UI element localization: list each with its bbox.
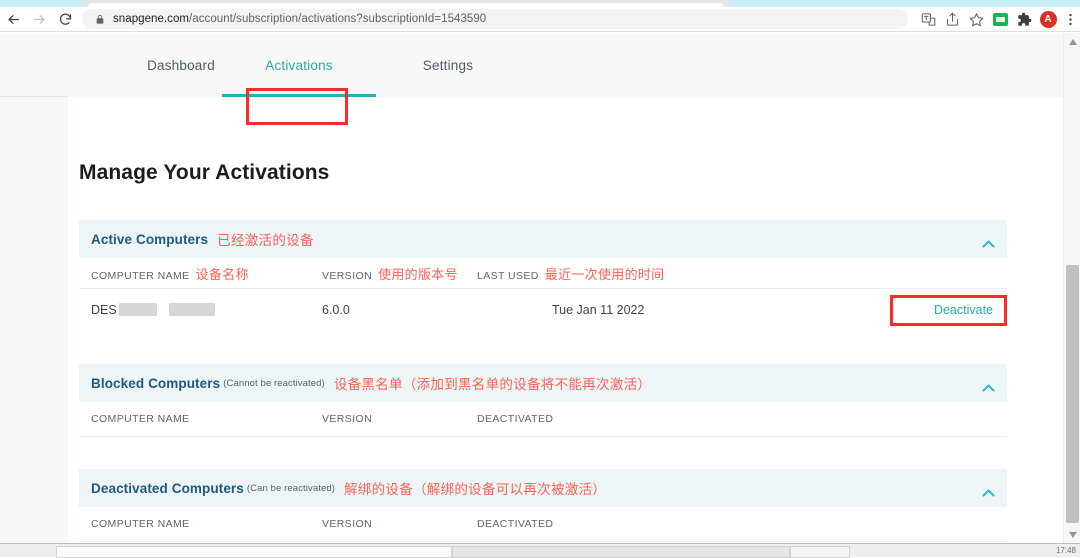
annotation-box-deactivate	[890, 295, 1007, 326]
taskbar-clock: 17:48	[1056, 546, 1076, 555]
tab-settings-label: Settings	[423, 58, 473, 73]
column-version: VERSION	[322, 518, 372, 530]
translate-icon[interactable]	[916, 7, 940, 31]
section-title-cn: 已经激活的设备	[217, 229, 314, 249]
section-title-en: Blocked Computers	[91, 376, 220, 391]
section-active-computers: Active Computers 已经激活的设备 COMPUTER NAME 设备…	[79, 220, 1007, 330]
column-computer-name-label: COMPUTER NAME	[91, 270, 190, 282]
section-title-cn: 设备黑名单（添加到黑名单的设备将不能再次激活）	[334, 373, 651, 393]
tab-settings[interactable]: Settings	[371, 33, 525, 97]
column-deactivated: DEACTIVATED	[477, 413, 553, 425]
section-header-deactivated-computers[interactable]: Deactivated Computers (Can be reactivate…	[79, 469, 1007, 507]
avatar-initial: A	[1040, 11, 1057, 28]
puzzle-piece-icon[interactable]	[1012, 7, 1036, 31]
column-computer-name: COMPUTER NAME 设备名称	[91, 264, 249, 283]
browser-tab-strip	[0, 0, 1080, 7]
cell-computer-name: DES	[91, 303, 215, 317]
section-blocked-computers: Blocked Computers (Cannot be reactivated…	[79, 364, 1007, 437]
section-title-en: Active Computers	[91, 232, 208, 247]
page-title: Manage Your Activations	[79, 161, 329, 185]
three-dot-menu-icon[interactable]	[1060, 7, 1080, 31]
green-extension-icon[interactable]	[988, 7, 1012, 31]
avatar[interactable]: A	[1036, 7, 1060, 31]
scroll-up-arrow-icon[interactable]	[1064, 33, 1080, 50]
section-header-active-computers[interactable]: Active Computers 已经激活的设备	[79, 220, 1007, 258]
table-header-deactivated: COMPUTER NAME VERSION DEACTIVATED	[79, 507, 1007, 541]
page-left-gutter	[0, 33, 68, 543]
section-title-cn: 解绑的设备（解绑的设备可以再次被激活）	[344, 478, 606, 498]
forward-arrow-icon[interactable]	[26, 7, 52, 31]
column-computer-name-cn: 设备名称	[196, 268, 249, 283]
address-bar[interactable]: snapgene.com/account/subscription/activa…	[82, 9, 908, 29]
page-content: Manage Your Activations Active Computers…	[68, 97, 1063, 543]
address-bar-url: snapgene.com/account/subscription/activa…	[113, 13, 486, 25]
taskbar-window-button[interactable]	[452, 546, 790, 558]
lock-icon	[92, 12, 107, 27]
column-version-cn: 使用的版本号	[378, 268, 458, 283]
column-version: VERSION	[322, 413, 372, 425]
chevron-up-icon[interactable]	[982, 235, 995, 243]
taskbar-window-button[interactable]	[790, 546, 850, 558]
table-header-active: COMPUTER NAME 设备名称 VERSION 使用的版本号 LAST USE…	[79, 258, 1007, 288]
cell-last-used: Tue Jan 11 2022	[552, 303, 644, 317]
back-arrow-icon[interactable]	[0, 7, 26, 31]
os-taskbar: 17:48	[0, 543, 1080, 557]
chevron-up-icon[interactable]	[982, 379, 995, 387]
column-version-label: VERSION	[322, 270, 372, 282]
taskbar-window-button[interactable]	[56, 546, 452, 558]
redacted-block	[119, 303, 157, 316]
page-scrollbar[interactable]	[1063, 33, 1080, 543]
column-last-used-cn: 最近一次使用的时间	[545, 268, 665, 283]
tab-activations-label: Activations	[265, 58, 332, 73]
site-nav-bar: Dashboard Activations Settings	[0, 33, 1063, 97]
column-deactivated: DEACTIVATED	[477, 518, 553, 530]
section-title-en: Deactivated Computers	[91, 481, 244, 496]
star-icon[interactable]	[964, 7, 988, 31]
section-deactivated-computers: Deactivated Computers (Can be reactivate…	[79, 469, 1007, 542]
scroll-down-arrow-icon[interactable]	[1064, 526, 1080, 543]
column-computer-name: COMPUTER NAME	[91, 413, 190, 425]
chevron-up-icon[interactable]	[982, 484, 995, 492]
tab-dashboard-label: Dashboard	[147, 58, 215, 73]
annotation-box-activations-tab	[246, 88, 348, 125]
url-path: /account/subscription/activations?subscr…	[189, 13, 486, 25]
browser-tab[interactable]	[82, 0, 730, 7]
section-header-blocked-computers[interactable]: Blocked Computers (Cannot be reactivated…	[79, 364, 1007, 402]
redacted-block	[169, 303, 215, 316]
table-divider	[79, 541, 1007, 542]
share-icon[interactable]	[940, 7, 964, 31]
table-row: DES 6.0.0 Tue Jan 11 2022 Deactivate	[79, 288, 1007, 330]
cell-version: 6.0.0	[322, 303, 350, 317]
section-title-sub: (Can be reactivated)	[247, 483, 335, 494]
computer-name-text: DES	[91, 303, 117, 317]
column-last-used-label: LAST USED	[477, 270, 539, 282]
column-last-used: LAST USED 最近一次使用的时间	[477, 264, 664, 283]
table-header-blocked: COMPUTER NAME VERSION DEACTIVATED	[79, 402, 1007, 436]
column-computer-name: COMPUTER NAME	[91, 518, 190, 530]
web-page: Dashboard Activations Settings Manage Yo…	[0, 33, 1063, 543]
scrollbar-thumb[interactable]	[1066, 265, 1079, 523]
section-title-sub: (Cannot be reactivated)	[223, 378, 325, 389]
browser-toolbar: snapgene.com/account/subscription/activa…	[0, 7, 1080, 32]
reload-icon[interactable]	[52, 7, 78, 31]
column-version: VERSION 使用的版本号	[322, 264, 458, 283]
url-domain: snapgene.com	[113, 13, 189, 25]
table-divider	[79, 436, 1007, 437]
